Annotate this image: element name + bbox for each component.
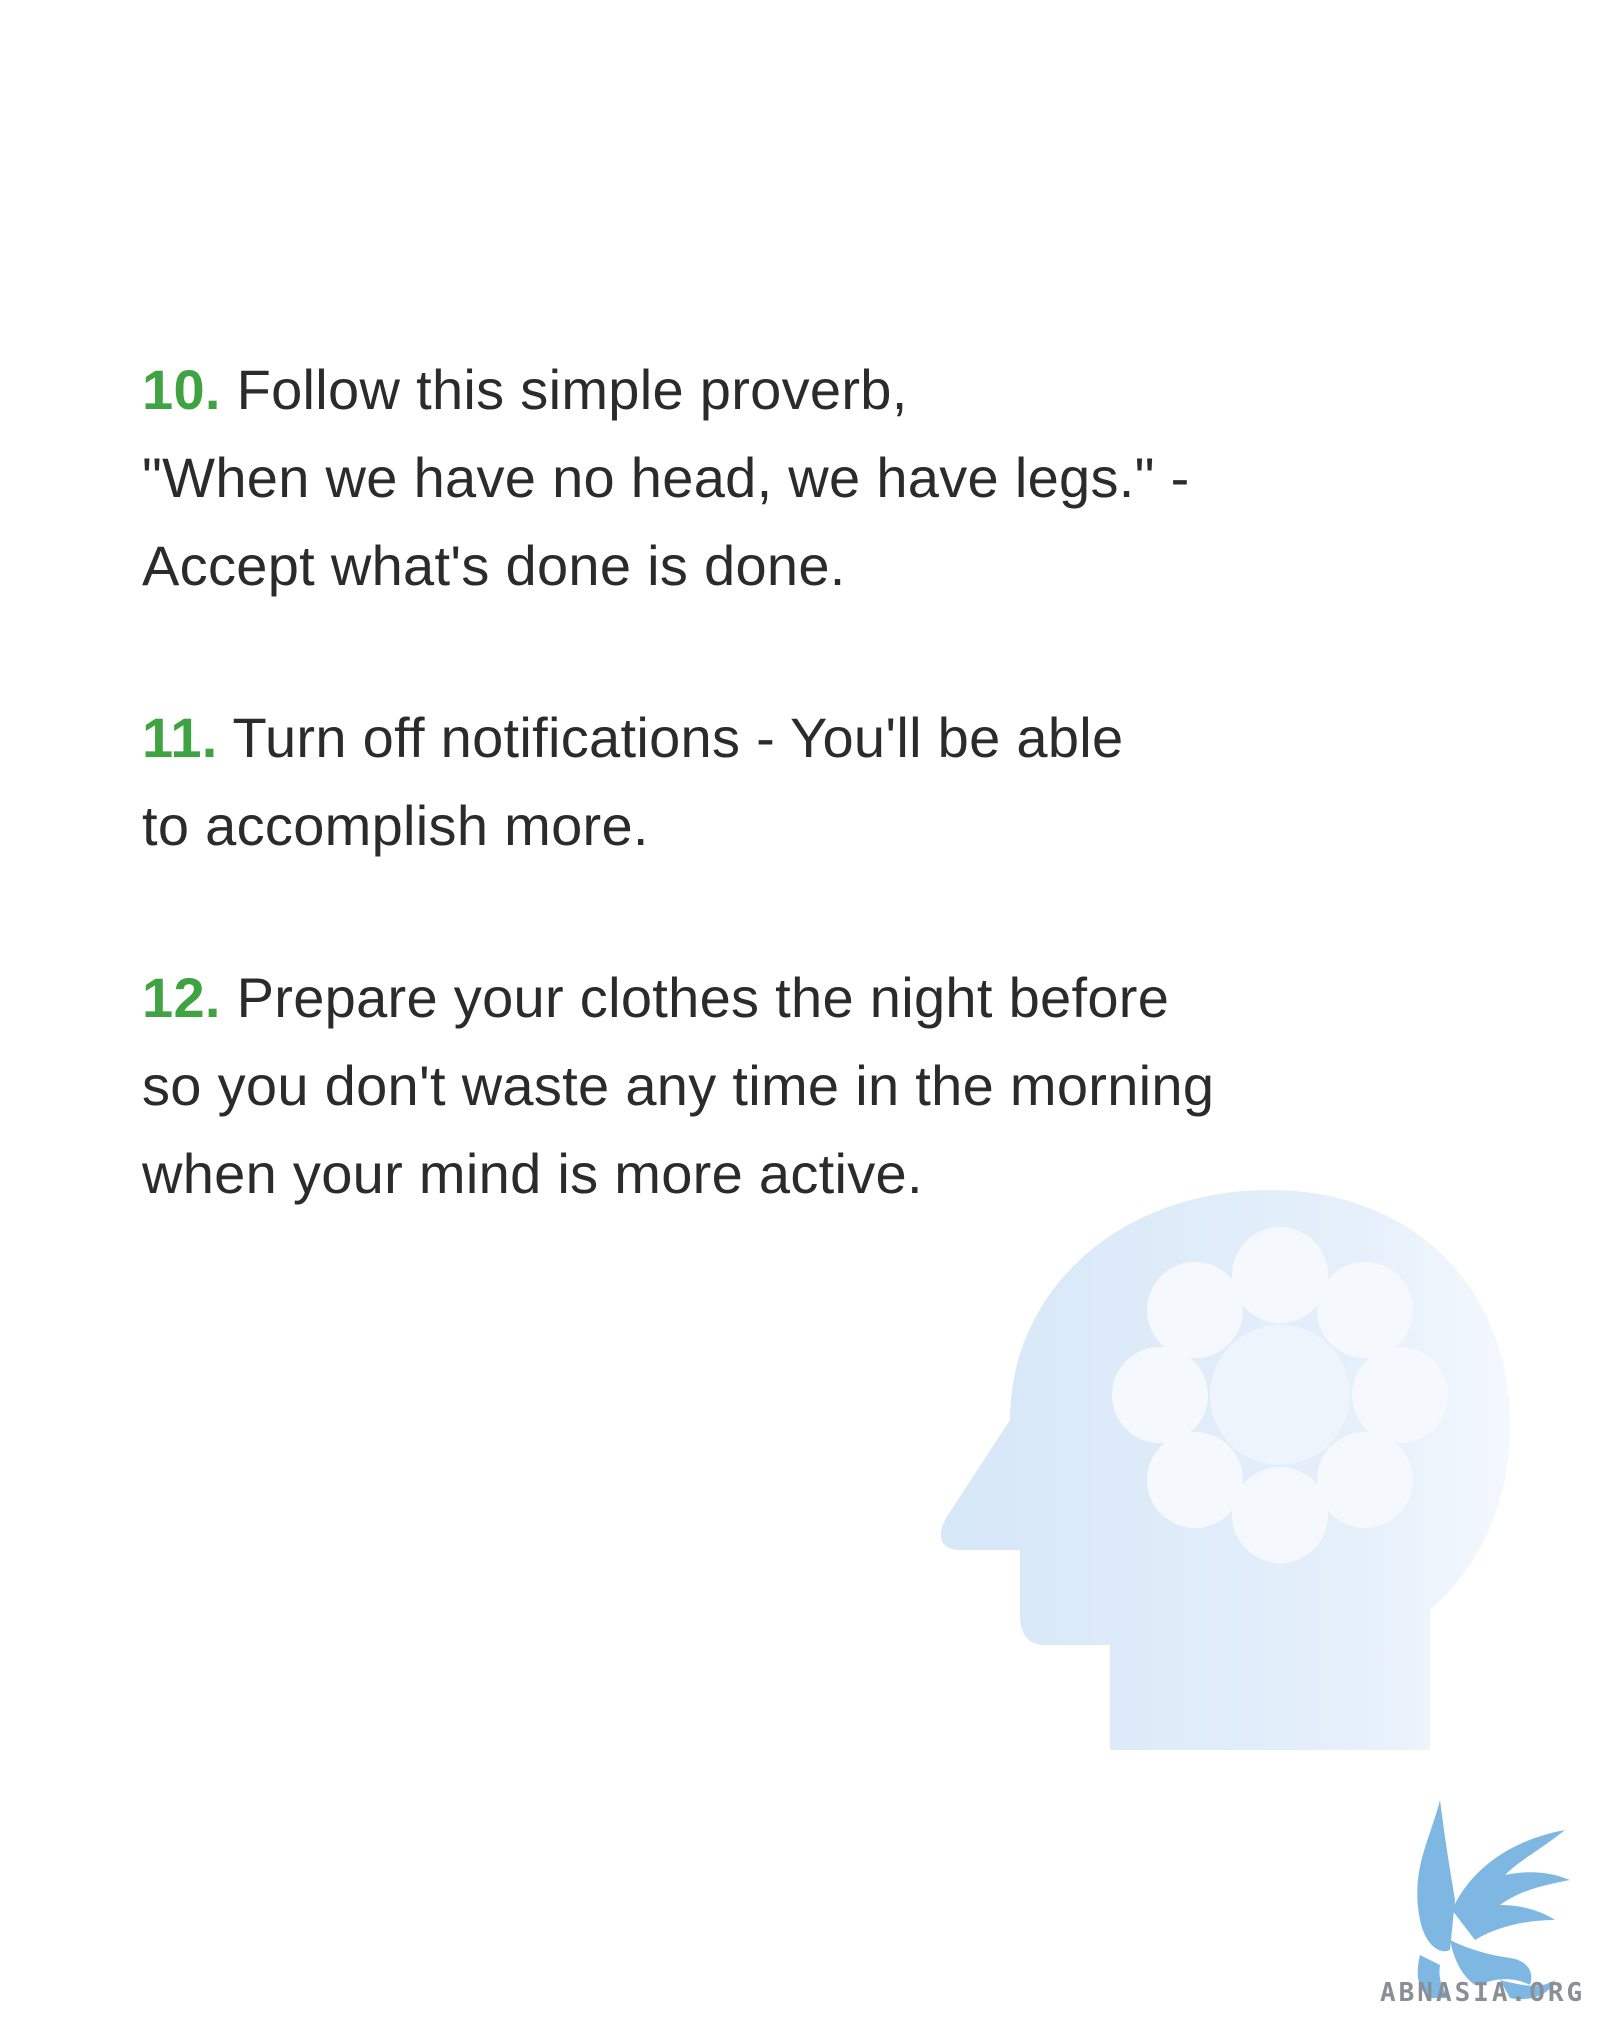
- tip-12: 12. Prepare your clothes the night befor…: [142, 954, 1562, 1218]
- tip-text: Turn off notifications - You'll be able: [232, 706, 1124, 769]
- tip-number: 10.: [142, 358, 221, 421]
- tip-line: "When we have no head, we have legs." -: [142, 446, 1190, 509]
- tip-line: 10. Follow this simple proverb,: [142, 346, 1562, 434]
- tip-10: 10. Follow this simple proverb, "When we…: [142, 346, 1562, 610]
- tip-line: so you don't waste any time in the morni…: [142, 1054, 1215, 1117]
- tip-11: 11. Turn off notifications - You'll be a…: [142, 694, 1562, 870]
- tip-number: 11.: [142, 706, 218, 769]
- page: 10. Follow this simple proverb, "When we…: [0, 0, 1620, 2025]
- tip-line: 11. Turn off notifications - You'll be a…: [142, 694, 1562, 782]
- griffin-logo-icon: [1417, 1800, 1570, 2000]
- tip-line: 12. Prepare your clothes the night befor…: [142, 954, 1562, 1042]
- tip-line: when your mind is more active.: [142, 1142, 923, 1205]
- tip-number: 12.: [142, 966, 221, 1029]
- tip-text: Prepare your clothes the night before: [236, 966, 1170, 1029]
- tip-line: to accomplish more.: [142, 794, 649, 857]
- watermark-text: ABNASIA.ORG: [1380, 1978, 1586, 2008]
- tip-line: Accept what's done is done.: [142, 534, 846, 597]
- tips-list: 10. Follow this simple proverb, "When we…: [142, 346, 1562, 1302]
- tip-text: Follow this simple proverb,: [236, 358, 908, 421]
